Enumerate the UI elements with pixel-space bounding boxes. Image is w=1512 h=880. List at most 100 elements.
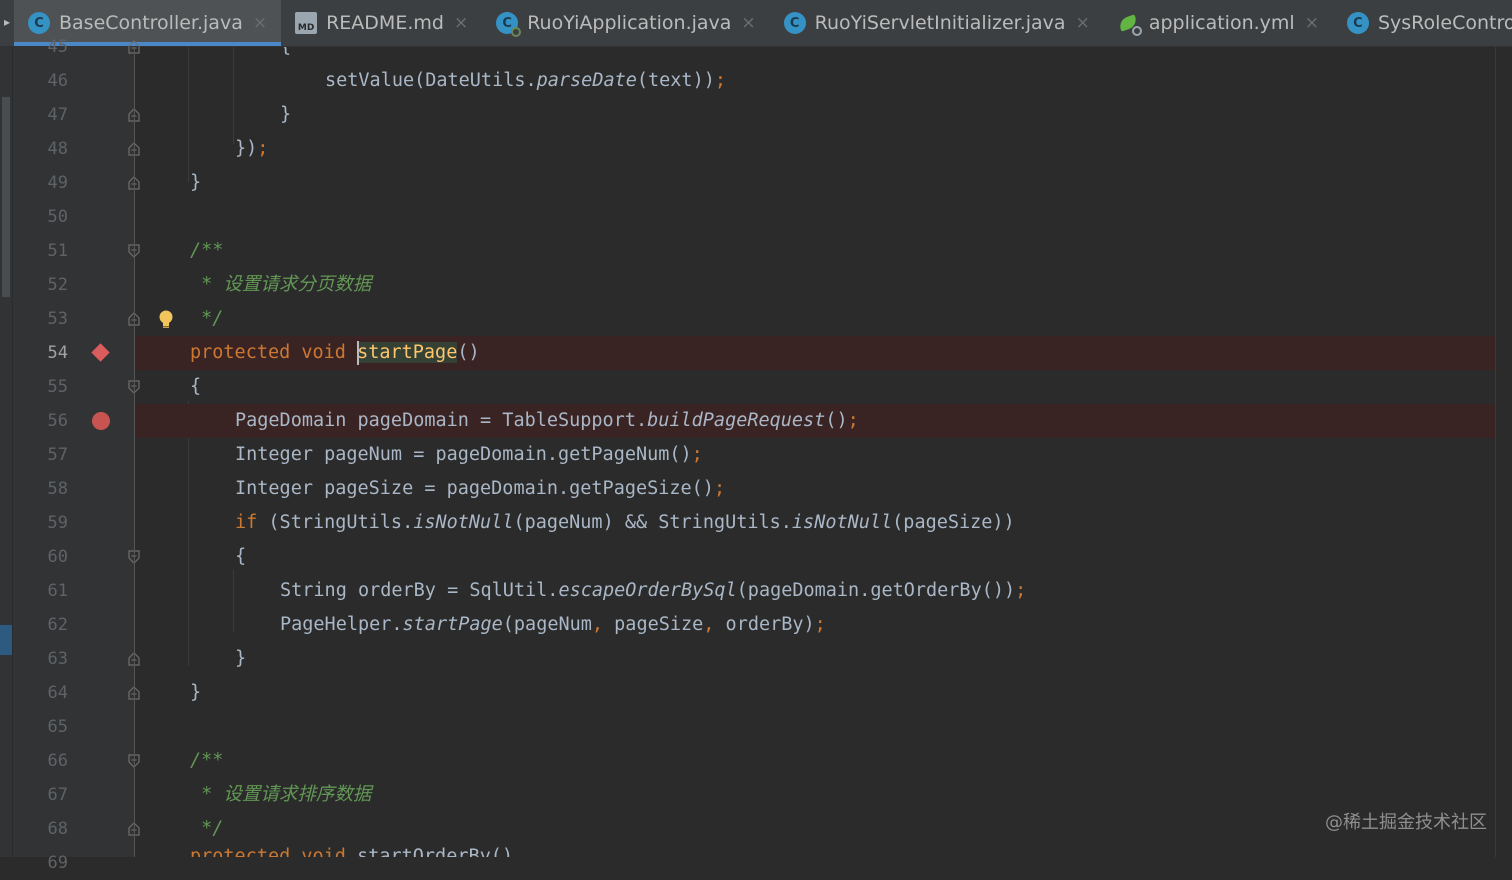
- gutter-row[interactable]: 57: [13, 438, 135, 472]
- gutter-row[interactable]: 49: [13, 166, 140, 200]
- line-number: 60: [47, 547, 68, 567]
- code-line-63[interactable]: }: [135, 642, 1495, 676]
- gutter-row[interactable]: 55: [13, 370, 140, 404]
- line-number: 59: [47, 513, 68, 533]
- code-line-49[interactable]: }: [135, 166, 1495, 200]
- code-line-62[interactable]: PageHelper.startPage(pageNum, pageSize, …: [135, 608, 1495, 642]
- code-text: PageDomain pageDomain = TableSupport.bui…: [235, 410, 859, 431]
- code-line-59[interactable]: if (StringUtils.isNotNull(pageNum) && St…: [135, 506, 1495, 540]
- gutter-row[interactable]: 56: [13, 404, 135, 438]
- gutter-row[interactable]: 54: [13, 336, 135, 370]
- code-line-46[interactable]: setValue(DateUtils.parseDate(text));: [135, 64, 1495, 98]
- intention-lightbulb-icon[interactable]: [158, 310, 174, 330]
- tab-ruoyiservletinitializer[interactable]: C RuoYiServletInitializer.java ×: [770, 0, 1104, 46]
- tab-close-icon[interactable]: ×: [1076, 13, 1090, 33]
- code-line-66[interactable]: /**: [135, 744, 1495, 778]
- gutter-row[interactable]: 52: [13, 268, 135, 302]
- gutter-row[interactable]: 46: [13, 64, 135, 98]
- code-line-60[interactable]: {: [135, 540, 1495, 574]
- line-number: 68: [47, 819, 68, 839]
- line-number: 48: [47, 139, 68, 159]
- markdown-file-icon: MD: [295, 12, 318, 34]
- code-line-67[interactable]: * 设置请求排序数据: [135, 778, 1495, 812]
- code-line-51[interactable]: /**: [135, 234, 1495, 268]
- tab-label: application.yml: [1148, 12, 1295, 34]
- tab-label: RuoYiApplication.java: [527, 12, 732, 34]
- tab-close-icon[interactable]: ×: [1305, 13, 1319, 33]
- gutter-row[interactable]: 58: [13, 472, 135, 506]
- code-line-47[interactable]: }: [135, 98, 1495, 132]
- code-text: Integer pageSize = pageDomain.getPageSiz…: [235, 478, 726, 499]
- doc-comment: */: [190, 308, 224, 329]
- line-number: 65: [47, 717, 68, 737]
- doc-comment: /**: [190, 750, 224, 771]
- tab-application-yml[interactable]: application.yml ×: [1104, 0, 1333, 46]
- line-number: 47: [47, 105, 68, 125]
- gutter-row[interactable]: 64: [13, 676, 140, 710]
- code-text: {: [235, 546, 247, 567]
- code-line-58[interactable]: Integer pageSize = pageDomain.getPageSiz…: [135, 472, 1495, 506]
- gutter-row[interactable]: 61: [13, 574, 135, 608]
- method-declaration: protected void startPage(): [190, 341, 480, 365]
- editor-vertical-scrollbar[interactable]: [1495, 47, 1512, 857]
- code-text: }: [280, 104, 292, 125]
- line-number: 55: [47, 377, 68, 397]
- tab-readme[interactable]: MD README.md ×: [281, 0, 482, 46]
- line-breakpoint-icon[interactable]: [92, 412, 110, 430]
- code-editor[interactable]: { setValue(DateUtils.parseDate(text)); }…: [135, 47, 1495, 857]
- tab-close-icon[interactable]: ×: [253, 13, 267, 33]
- code-line-56[interactable]: PageDomain pageDomain = TableSupport.bui…: [135, 404, 1495, 438]
- code-text: }: [235, 648, 247, 669]
- code-line-57[interactable]: Integer pageNum = pageDomain.getPageNum(…: [135, 438, 1495, 472]
- line-number: 62: [47, 615, 68, 635]
- gutter-row[interactable]: 60: [13, 540, 140, 574]
- doc-comment: * 设置请求分页数据: [190, 274, 372, 295]
- code-text: setValue(DateUtils.parseDate(text));: [325, 70, 726, 91]
- editor-tab-bar: ▸ C BaseController.java × MD README.md ×…: [0, 0, 1512, 47]
- gutter-row[interactable]: 66: [13, 744, 140, 778]
- line-number: 50: [47, 207, 68, 227]
- gutter-row[interactable]: 65: [13, 710, 135, 744]
- gutter-row[interactable]: 62: [13, 608, 135, 642]
- tab-scroll-left-icon[interactable]: ▸: [0, 0, 14, 46]
- code-line-61[interactable]: String orderBy = SqlUtil.escapeOrderBySq…: [135, 574, 1495, 608]
- code-line-64[interactable]: }: [135, 676, 1495, 710]
- tab-close-icon[interactable]: ×: [454, 13, 468, 33]
- code-line-45[interactable]: {: [135, 47, 1495, 64]
- line-number: 46: [47, 71, 68, 91]
- gutter-row[interactable]: 68: [13, 812, 140, 846]
- code-line-55[interactable]: {: [135, 370, 1495, 404]
- editor-gutter[interactable]: 45 46 47 48 49 50 51 52 53 54 55 56 57 58 59 60 61 62 63 64…: [13, 37, 140, 873]
- gutter-row[interactable]: 69: [13, 846, 135, 880]
- code-text: PageHelper.startPage(pageNum, pageSize, …: [280, 614, 826, 635]
- tab-close-icon[interactable]: ×: [741, 13, 755, 33]
- code-line-48[interactable]: });: [135, 132, 1495, 166]
- doc-comment: * 设置请求排序数据: [190, 784, 372, 805]
- gutter-row[interactable]: 47: [13, 98, 140, 132]
- code-line-53[interactable]: */: [135, 302, 1495, 336]
- code-line-54[interactable]: protected void startPage(): [135, 336, 1495, 370]
- gutter-row[interactable]: 59: [13, 506, 135, 540]
- line-number: 45: [47, 37, 68, 57]
- line-number: 66: [47, 751, 68, 771]
- code-line-52[interactable]: * 设置请求分页数据: [135, 268, 1495, 302]
- code-text: {: [280, 47, 291, 64]
- gutter-row[interactable]: 45: [13, 30, 140, 64]
- gutter-row[interactable]: 50: [13, 200, 135, 234]
- tab-ruoyiapplication[interactable]: C RuoYiApplication.java ×: [482, 0, 769, 46]
- gutter-row[interactable]: 48: [13, 132, 140, 166]
- java-class-icon: C: [783, 12, 806, 34]
- line-number: 69: [47, 853, 68, 873]
- tab-sysrolecontroller[interactable]: C SysRoleController.ja: [1333, 0, 1512, 46]
- gutter-row[interactable]: 67: [13, 778, 135, 812]
- gutter-row[interactable]: 53: [13, 302, 140, 336]
- line-number: 58: [47, 479, 68, 499]
- gutter-row[interactable]: 63: [13, 642, 140, 676]
- watermark: @稀土掘金技术社区: [1325, 812, 1487, 833]
- selection-marker: [0, 625, 12, 655]
- gutter-row[interactable]: 51: [13, 234, 140, 268]
- code-line-69[interactable]: protected void startOrderBy(): [135, 840, 1495, 857]
- structure-scroll-thumb[interactable]: [2, 97, 10, 297]
- line-number: 57: [47, 445, 68, 465]
- method-breakpoint-icon[interactable]: [91, 343, 110, 362]
